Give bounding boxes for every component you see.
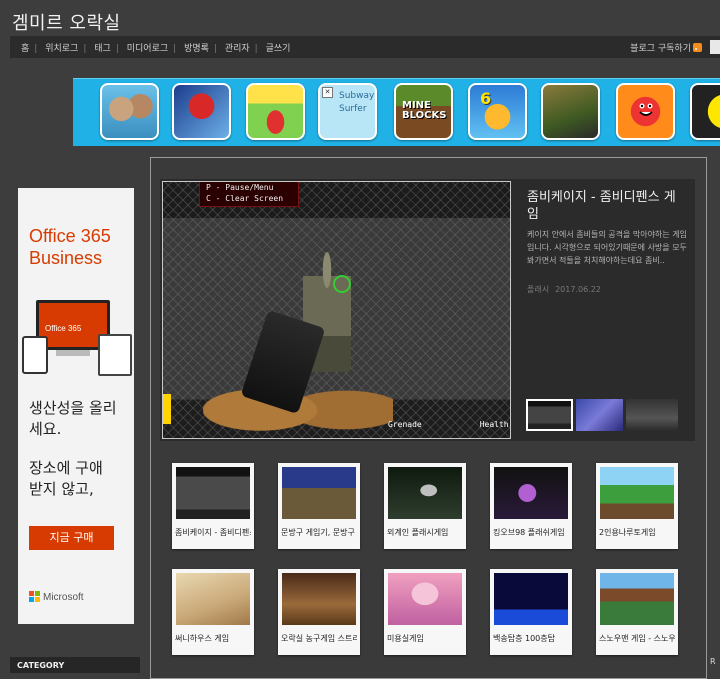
spiderman-icon[interactable] bbox=[172, 83, 231, 140]
mine-blocks-icon[interactable]: MINE BLOCKS bbox=[394, 83, 453, 140]
ammo-indicator bbox=[163, 394, 171, 424]
game-icon-strip: ✕ Subway Surfer MINE BLOCKS 6 bbox=[73, 78, 720, 146]
pool-game-icon[interactable]: 6 bbox=[468, 83, 527, 140]
pacman-icon[interactable] bbox=[690, 83, 720, 140]
post-card[interactable]: 2인용나루토게임 bbox=[596, 463, 678, 549]
rss-icon bbox=[693, 43, 702, 52]
phone-icon bbox=[22, 336, 48, 374]
mine-blocks-text: MINE BLOCKS bbox=[402, 100, 447, 121]
wheely-icon[interactable] bbox=[246, 83, 305, 140]
featured-meta: 플래시 2017.06.22 bbox=[527, 284, 607, 295]
brand-name: Microsoft bbox=[43, 592, 84, 603]
microsoft-logo-icon bbox=[29, 591, 40, 602]
ad-product-title: Office 365 Business bbox=[29, 226, 111, 268]
card-title: 외계인 플래시게임 bbox=[387, 528, 449, 537]
featured-post: P - Pause/Menu C - Clear Screen Grenade H… bbox=[160, 179, 695, 441]
ad-screen-text: Office 365 bbox=[45, 324, 82, 333]
category-header: CATEGORY bbox=[10, 657, 140, 673]
card-title: 써니하우스 게임 bbox=[175, 634, 230, 643]
card-title: 문방구 게임기, 문방구 게임 bbox=[281, 528, 357, 537]
post-card[interactable]: 스노우맨 게임 - 스노우 bbox=[596, 569, 678, 655]
nav-admin[interactable]: 관리자 bbox=[225, 44, 250, 54]
hud-line-1: P - Pause/Menu bbox=[206, 183, 274, 192]
card-title: 킹오브98 플래쉬게임 bbox=[493, 528, 565, 537]
post-card[interactable]: 킹오브98 플래쉬게임 bbox=[490, 463, 572, 549]
thumbnail-1[interactable] bbox=[526, 399, 573, 431]
category-label: CATEGORY bbox=[17, 661, 65, 670]
ad-devices-image: Office 365 bbox=[18, 296, 134, 376]
thumbnail-2[interactable] bbox=[576, 399, 623, 431]
nav-tag[interactable]: 태그 bbox=[94, 44, 111, 54]
nav-media-log[interactable]: 미디어로그 bbox=[127, 44, 168, 54]
card-thumbnail bbox=[282, 573, 356, 625]
post-card[interactable]: 외계인 플래시게임 bbox=[384, 463, 466, 549]
post-card[interactable]: 좀비케이지 - 좀비디펜스 게임 bbox=[172, 463, 254, 549]
post-card[interactable]: 오락실 농구게임 스트리트 bbox=[278, 569, 360, 655]
featured-title[interactable]: 좀비케이지 - 좀비디펜스 게임 bbox=[527, 189, 687, 223]
nav-write[interactable]: 글쓰기 bbox=[266, 44, 291, 54]
nav-guestbook[interactable]: 방명록 bbox=[184, 44, 209, 54]
card-thumbnail bbox=[388, 467, 462, 519]
thumbnail-3[interactable] bbox=[626, 399, 678, 431]
talking-tom-icon[interactable] bbox=[100, 83, 159, 140]
subway-surfer-alt-text: Subway Surfer bbox=[339, 91, 375, 114]
card-thumbnail bbox=[494, 573, 568, 625]
game-hud-bottom: Grenade Health bbox=[388, 420, 510, 429]
nav-home[interactable]: 홈 bbox=[21, 44, 29, 54]
card-title: 오락실 농구게임 스트리트 bbox=[281, 634, 357, 643]
microsoft-brand: Microsoft bbox=[29, 591, 84, 603]
featured-category[interactable]: 플래시 bbox=[527, 285, 549, 294]
card-thumbnail bbox=[388, 573, 462, 625]
featured-description: 케이지 안에서 좀비들의 공격을 막아야하는 게임입니다. 시각형으로 되어있기… bbox=[527, 230, 687, 265]
tablet-icon bbox=[98, 334, 132, 376]
post-card[interactable]: 미용실게임 bbox=[384, 569, 466, 655]
card-title: 좀비케이지 - 좀비디펜스 게임 bbox=[175, 528, 251, 537]
right-sidebar-label: R bbox=[710, 657, 716, 666]
subscribe-link[interactable]: 블로그 구독하기 bbox=[630, 41, 702, 54]
hud-health: Health bbox=[479, 420, 509, 429]
hud-grenade: Grenade bbox=[388, 420, 422, 429]
ad-tagline: 생산성을 올리세요. bbox=[29, 399, 117, 438]
post-card[interactable]: 문방구 게임기, 문방구 게임 bbox=[278, 463, 360, 549]
nav-location-log[interactable]: 위치로그 bbox=[45, 44, 78, 54]
pool-game-number: 6 bbox=[480, 89, 492, 108]
ad-tagline-2: 장소에 구애받지 않고, bbox=[29, 459, 103, 498]
hud-line-2: C - Clear Screen bbox=[206, 194, 284, 203]
smiley-face-icon bbox=[639, 103, 653, 116]
office365-ad[interactable]: Office 365 Business Office 365 생산성을 올리세요… bbox=[18, 188, 134, 624]
card-title: 백송탑층 100층탑 bbox=[493, 634, 555, 643]
card-title: 스노우맨 게임 - 스노우 bbox=[599, 634, 675, 643]
post-card[interactable]: 써니하우스 게임 bbox=[172, 569, 254, 655]
card-title: 미용실게임 bbox=[387, 634, 424, 643]
broken-image-icon: ✕ bbox=[322, 87, 333, 98]
card-thumbnail bbox=[176, 573, 250, 625]
top-navbar: 홈 | 위치로그 | 태그 | 미디어로그 | 방명록 | 관리자 | 글쓰기 블로그 구독… bbox=[10, 36, 720, 58]
nav-links: 홈 | 위치로그 | 태그 | 미디어로그 | 방명록 | 관리자 | 글쓰기 bbox=[21, 44, 291, 54]
temple-run-icon[interactable] bbox=[541, 83, 600, 140]
buy-now-button[interactable]: 지금 구매 bbox=[29, 526, 114, 550]
subway-surfer-icon[interactable]: ✕ Subway Surfer bbox=[318, 83, 377, 140]
card-thumbnail bbox=[176, 467, 250, 519]
crosshair-icon bbox=[333, 275, 351, 293]
card-thumbnail bbox=[600, 573, 674, 625]
featured-date: 2017.06.22 bbox=[555, 285, 601, 294]
featured-game-screenshot[interactable]: P - Pause/Menu C - Clear Screen Grenade H… bbox=[162, 181, 511, 439]
card-title: 2인용나루토게임 bbox=[599, 528, 656, 537]
site-title[interactable]: 겜미르 오락실 bbox=[12, 9, 121, 35]
search-box-edge[interactable] bbox=[710, 40, 720, 54]
post-card[interactable]: 백송탑층 100층탑 bbox=[490, 569, 572, 655]
card-thumbnail bbox=[282, 467, 356, 519]
red-ball-icon[interactable] bbox=[616, 83, 675, 140]
card-thumbnail bbox=[600, 467, 674, 519]
subscribe-label: 블로그 구독하기 bbox=[630, 44, 691, 54]
game-hud-menu: P - Pause/Menu C - Clear Screen bbox=[199, 182, 299, 207]
card-thumbnail bbox=[494, 467, 568, 519]
